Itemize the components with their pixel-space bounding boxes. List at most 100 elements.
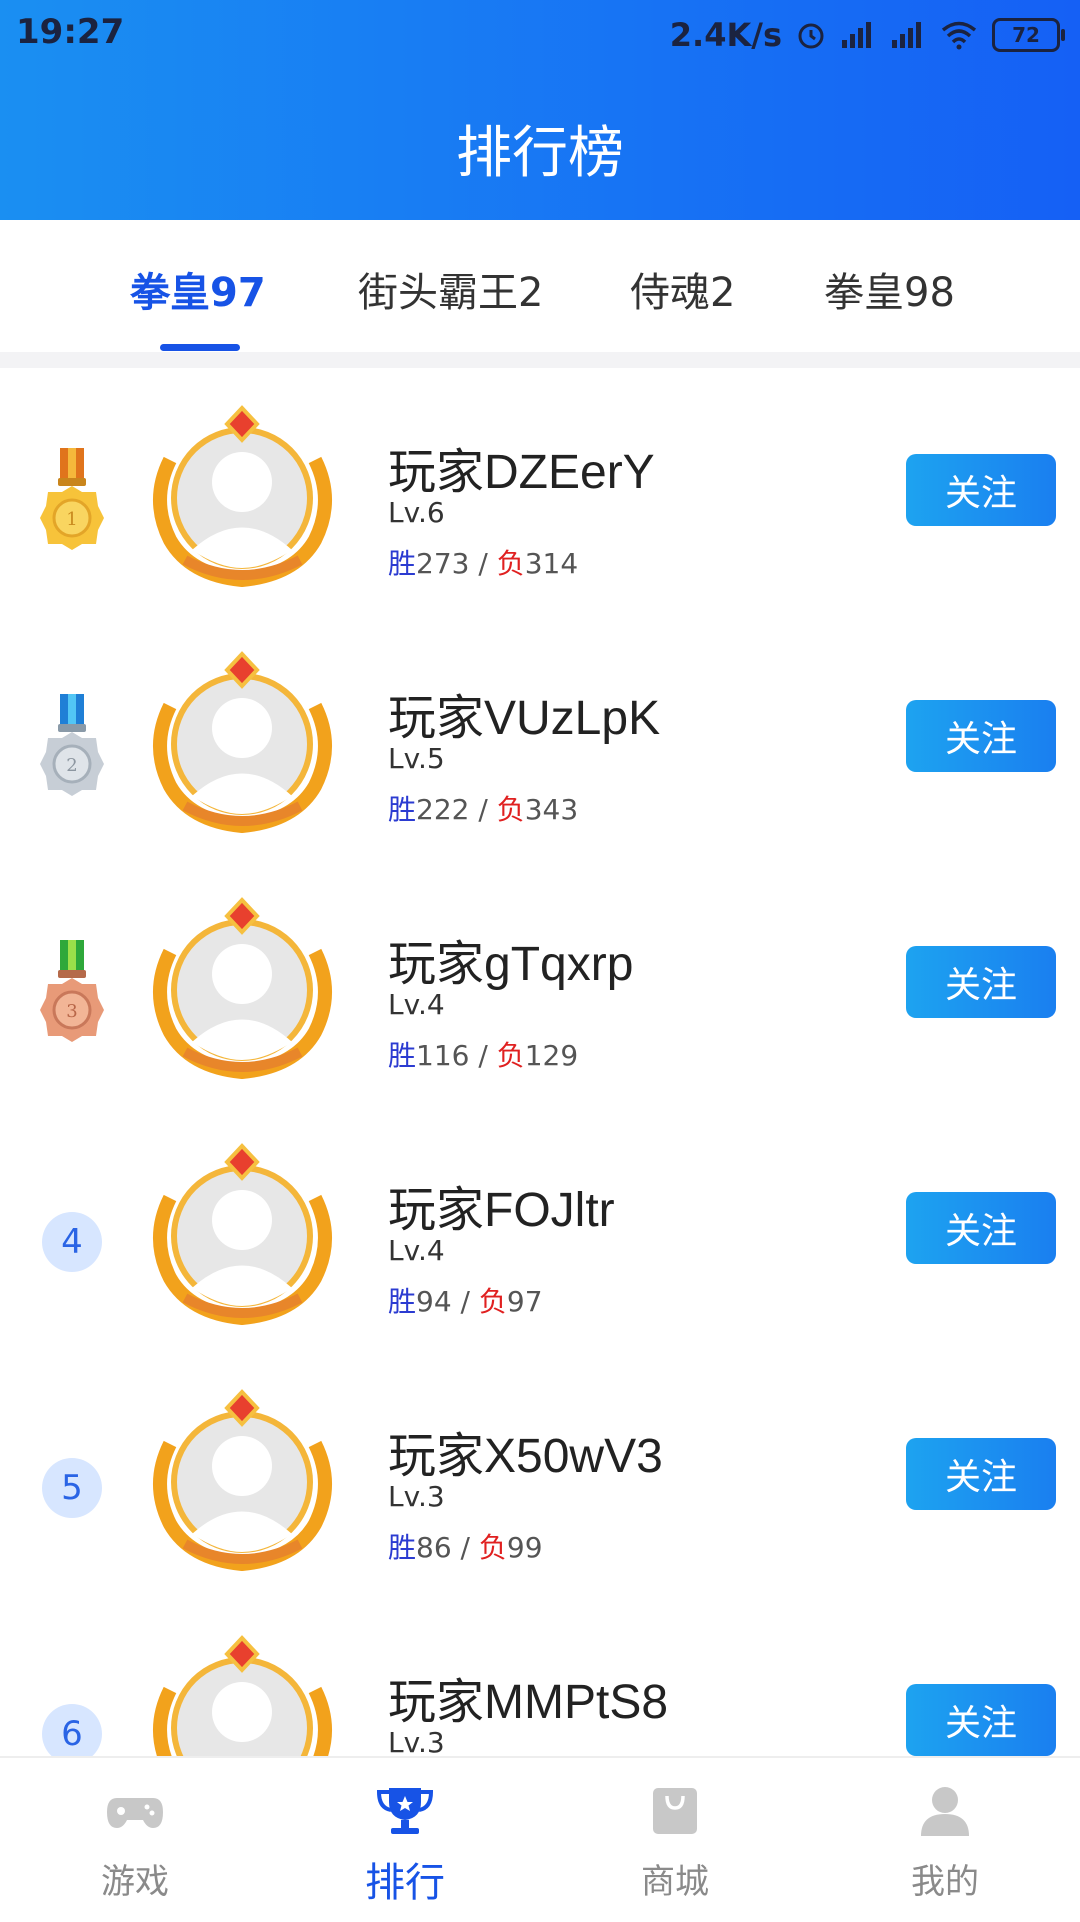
player-level: Lv.3 [388,1480,445,1513]
section-divider [0,352,1080,368]
player-level: Lv.4 [388,1234,445,1267]
win-label: 胜 [388,793,417,826]
ranking-row: 4 玩家FOJltr Lv.4 胜94 / 负97 关注 [0,1106,1080,1352]
user-icon [921,1787,969,1836]
nav-label: 商城 [641,1862,709,1902]
player-record: 胜86 / 负99 [388,1526,543,1566]
win-label: 胜 [388,547,417,580]
rank-number: 5 [42,1458,102,1518]
player-name: 玩家VUzLpK [388,692,661,745]
loss-count: 343 [524,793,579,826]
app-header: 19:27 2.4K/s 72 排行榜 [0,0,1080,220]
record-separator: / [469,547,497,580]
player-record: 胜116 / 负129 [388,1034,578,1074]
bronze-medal-icon: 3 [40,940,104,1042]
battery-indicator: 72 [992,18,1065,52]
game-tabs: 拳皇97 街头霸王2 侍魂2 拳皇98 [0,220,1080,352]
page-title: 排行榜 [456,121,624,186]
ranking-row: 2 玩家VUzLpK Lv.5 胜222 / 负343 关注 [0,614,1080,860]
player-name: 玩家MMPtS8 [388,1676,669,1729]
nav-store[interactable]: 商城 [540,1758,810,1922]
loss-label: 负 [478,1531,507,1564]
player-name: 玩家FOJltr [388,1184,615,1237]
ranking-row: 3 玩家gTqxrp Lv.4 胜116 / 负129 关注 [0,860,1080,1106]
network-speed: 2.4K/s [669,16,782,54]
record-separator: / [451,1531,479,1564]
record-separator: / [469,1039,497,1072]
signal-icon [892,22,921,48]
tab-kof97[interactable]: 拳皇97 [130,260,266,318]
follow-button[interactable]: 关注 [906,700,1056,772]
bottom-navigation: 游戏 排行 商城 我的 [0,1756,1080,1922]
avatar[interactable] [145,1138,340,1328]
win-count: 94 [416,1285,452,1318]
medal-number: 2 [66,755,77,776]
player-level: Lv.5 [388,742,445,775]
battery-level: 72 [1012,23,1040,47]
rank-number: 4 [42,1212,102,1272]
player-level: Lv.6 [388,496,445,529]
follow-button[interactable]: 关注 [906,1438,1056,1510]
win-label: 胜 [388,1039,417,1072]
gold-medal-icon: 1 [40,448,104,550]
ranking-row: 5 玩家X50wV3 Lv.3 胜86 / 负99 关注 [0,1352,1080,1598]
win-count: 86 [416,1531,452,1564]
wifi-icon [941,21,977,50]
avatar[interactable] [145,1384,340,1574]
win-count: 222 [416,793,470,826]
win-count: 273 [416,547,470,580]
loss-label: 负 [496,547,525,580]
nav-label: 排行 [365,1860,445,1906]
loss-label: 负 [496,793,525,826]
follow-button[interactable]: 关注 [906,1192,1056,1264]
follow-button[interactable]: 关注 [906,946,1056,1018]
win-label: 胜 [388,1285,417,1318]
nav-label: 我的 [911,1862,979,1902]
active-tab-indicator [160,344,240,351]
player-name: 玩家DZEerY [388,446,655,499]
player-level: Lv.4 [388,988,445,1021]
win-label: 胜 [388,1531,417,1564]
loss-count: 129 [524,1039,579,1072]
loss-label: 负 [478,1285,507,1318]
medal-number: 3 [66,1001,77,1022]
signal-icon [842,22,871,48]
rank-number: 6 [42,1704,102,1756]
tab-kof98[interactable]: 拳皇98 [824,260,955,318]
nav-label: 游戏 [101,1862,169,1902]
follow-button[interactable]: 关注 [906,1684,1056,1756]
avatar[interactable] [145,646,340,836]
alarm-icon [798,23,824,49]
silver-medal-icon: 2 [40,694,104,796]
medal-number: 1 [66,509,77,530]
nav-games[interactable]: 游戏 [0,1758,270,1922]
player-record: 胜222 / 负343 [388,788,578,828]
ranking-row: 6 玩家MMPtS8 Lv.3 关注 [0,1598,1080,1756]
tab-samurai-shodown-2[interactable]: 侍魂2 [630,260,735,318]
shopping-bag-icon [653,1788,697,1834]
follow-button[interactable]: 关注 [906,454,1056,526]
loss-count: 314 [524,547,579,580]
player-name: 玩家gTqxrp [388,938,634,991]
record-separator: / [451,1285,479,1318]
loss-count: 97 [506,1285,543,1318]
loss-label: 负 [496,1039,525,1072]
ranking-row: 1 玩家DZEerY Lv.6 胜273 / 负314 关注 [0,368,1080,614]
nav-profile[interactable]: 我的 [810,1758,1080,1922]
status-bar: 19:27 2.4K/s 72 [0,0,1080,70]
avatar[interactable] [145,1630,340,1756]
status-time: 19:27 [16,12,125,52]
player-level: Lv.3 [388,1726,445,1756]
tab-street-fighter-2[interactable]: 街头霸王2 [358,260,543,318]
avatar[interactable] [145,400,340,590]
loss-count: 99 [506,1531,543,1564]
status-indicators: 2.4K/s 72 [669,10,1065,60]
avatar[interactable] [145,892,340,1082]
gamepad-icon [107,1798,163,1828]
ranking-list: 1 玩家DZEerY Lv.6 胜273 / 负314 关注 2 玩家VUzLp… [0,368,1080,1756]
player-name: 玩家X50wV3 [388,1430,663,1483]
trophy-icon [376,1788,434,1834]
player-record: 胜273 / 负314 [388,542,578,582]
win-count: 116 [416,1039,470,1072]
nav-ranking[interactable]: 排行 [270,1758,540,1922]
